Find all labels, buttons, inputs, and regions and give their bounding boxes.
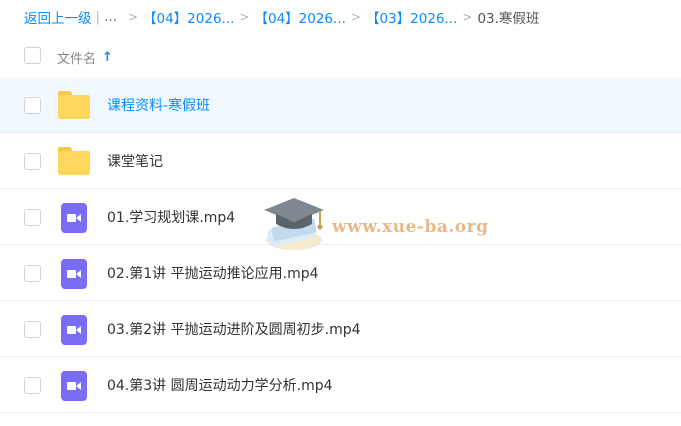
file-row[interactable]: 01.学习规划课.mp4: [0, 190, 681, 245]
file-row[interactable]: 课堂笔记: [0, 134, 681, 189]
breadcrumb-current: 03.寒假班: [477, 11, 540, 27]
breadcrumb-separator: >: [127, 10, 138, 24]
back-link[interactable]: 返回上一级: [24, 7, 92, 27]
filename-column-header[interactable]: 文件名 ↑: [57, 48, 113, 67]
breadcrumb-separator: >: [239, 10, 250, 24]
file-name[interactable]: 03.第2讲 平抛运动进阶及圆周初步.mp4: [107, 319, 361, 339]
breadcrumb: 返回上一级 | ... > 【04】2026... > 【04】2026... …: [24, 0, 539, 34]
file-name[interactable]: 02.第1讲 平抛运动推论应用.mp4: [107, 263, 319, 283]
breadcrumb-item-1[interactable]: 【04】2026...: [143, 7, 234, 27]
folder-icon: [57, 147, 91, 177]
row-checkbox[interactable]: [24, 97, 41, 114]
video-file-icon: [57, 259, 91, 289]
folder-icon: [57, 91, 91, 121]
file-name[interactable]: 01.学习规划课.mp4: [107, 207, 235, 227]
breadcrumb-ellipsis[interactable]: ...: [104, 9, 117, 25]
file-list-header: 文件名 ↑: [0, 38, 681, 76]
file-name[interactable]: 课堂笔记: [107, 151, 163, 171]
breadcrumb-item-3[interactable]: 【03】2026...: [366, 7, 457, 27]
row-checkbox[interactable]: [24, 377, 41, 394]
file-row[interactable]: 03.第2讲 平抛运动进阶及圆周初步.mp4: [0, 302, 681, 357]
video-file-icon: [57, 315, 91, 345]
file-row[interactable]: 04.第3讲 圆周运动动力学分析.mp4: [0, 358, 681, 413]
breadcrumb-item-2[interactable]: 【04】2026...: [254, 7, 345, 27]
select-all-checkbox[interactable]: [24, 47, 41, 64]
row-checkbox[interactable]: [24, 321, 41, 338]
row-checkbox[interactable]: [24, 153, 41, 170]
row-checkbox[interactable]: [24, 265, 41, 282]
breadcrumb-separator: >: [350, 10, 361, 24]
video-file-icon: [57, 203, 91, 233]
video-file-icon: [57, 371, 91, 401]
breadcrumb-divider: |: [95, 9, 101, 25]
breadcrumb-separator: >: [462, 10, 473, 24]
file-name[interactable]: 课程资料-寒假班: [107, 95, 210, 115]
sort-ascending-icon[interactable]: ↑: [102, 50, 113, 65]
filename-column-label: 文件名: [57, 52, 97, 67]
file-row[interactable]: 课程资料-寒假班: [0, 78, 681, 133]
file-row[interactable]: 02.第1讲 平抛运动推论应用.mp4: [0, 246, 681, 301]
file-name[interactable]: 04.第3讲 圆周运动动力学分析.mp4: [107, 375, 333, 395]
row-checkbox[interactable]: [24, 209, 41, 226]
